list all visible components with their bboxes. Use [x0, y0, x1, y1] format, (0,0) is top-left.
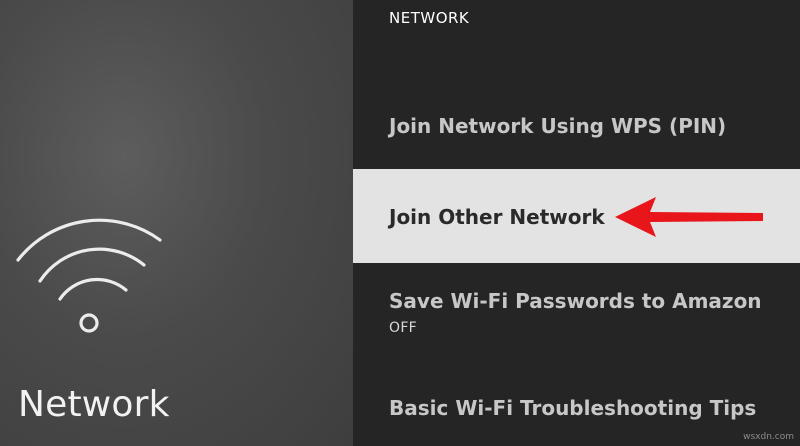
watermark: wsxdn.com: [743, 432, 794, 442]
menu-item-wifi-troubleshooting-tips[interactable]: Basic Wi-Fi Troubleshooting Tips: [353, 396, 800, 426]
menu-item-join-wps-pin[interactable]: Join Network Using WPS (PIN): [353, 114, 800, 144]
wifi-icon: [16, 218, 162, 333]
menu-item-label: Save Wi-Fi Passwords to Amazon: [389, 289, 762, 313]
category-title: Network: [18, 384, 170, 425]
section-header: NETWORK: [389, 9, 470, 27]
category-panel: Network: [0, 0, 353, 446]
menu-item-label: Join Network Using WPS (PIN): [389, 114, 727, 138]
fire-tv-network-settings-screen: Network NETWORK Join Network Using WPS (…: [0, 0, 800, 446]
red-arrow-icon: [615, 197, 763, 237]
menu-item-status: OFF: [389, 320, 418, 336]
menu-item-label: Basic Wi-Fi Troubleshooting Tips: [389, 396, 757, 420]
menu-item-save-wifi-passwords[interactable]: Save Wi-Fi Passwords to Amazon OFF: [353, 289, 800, 345]
